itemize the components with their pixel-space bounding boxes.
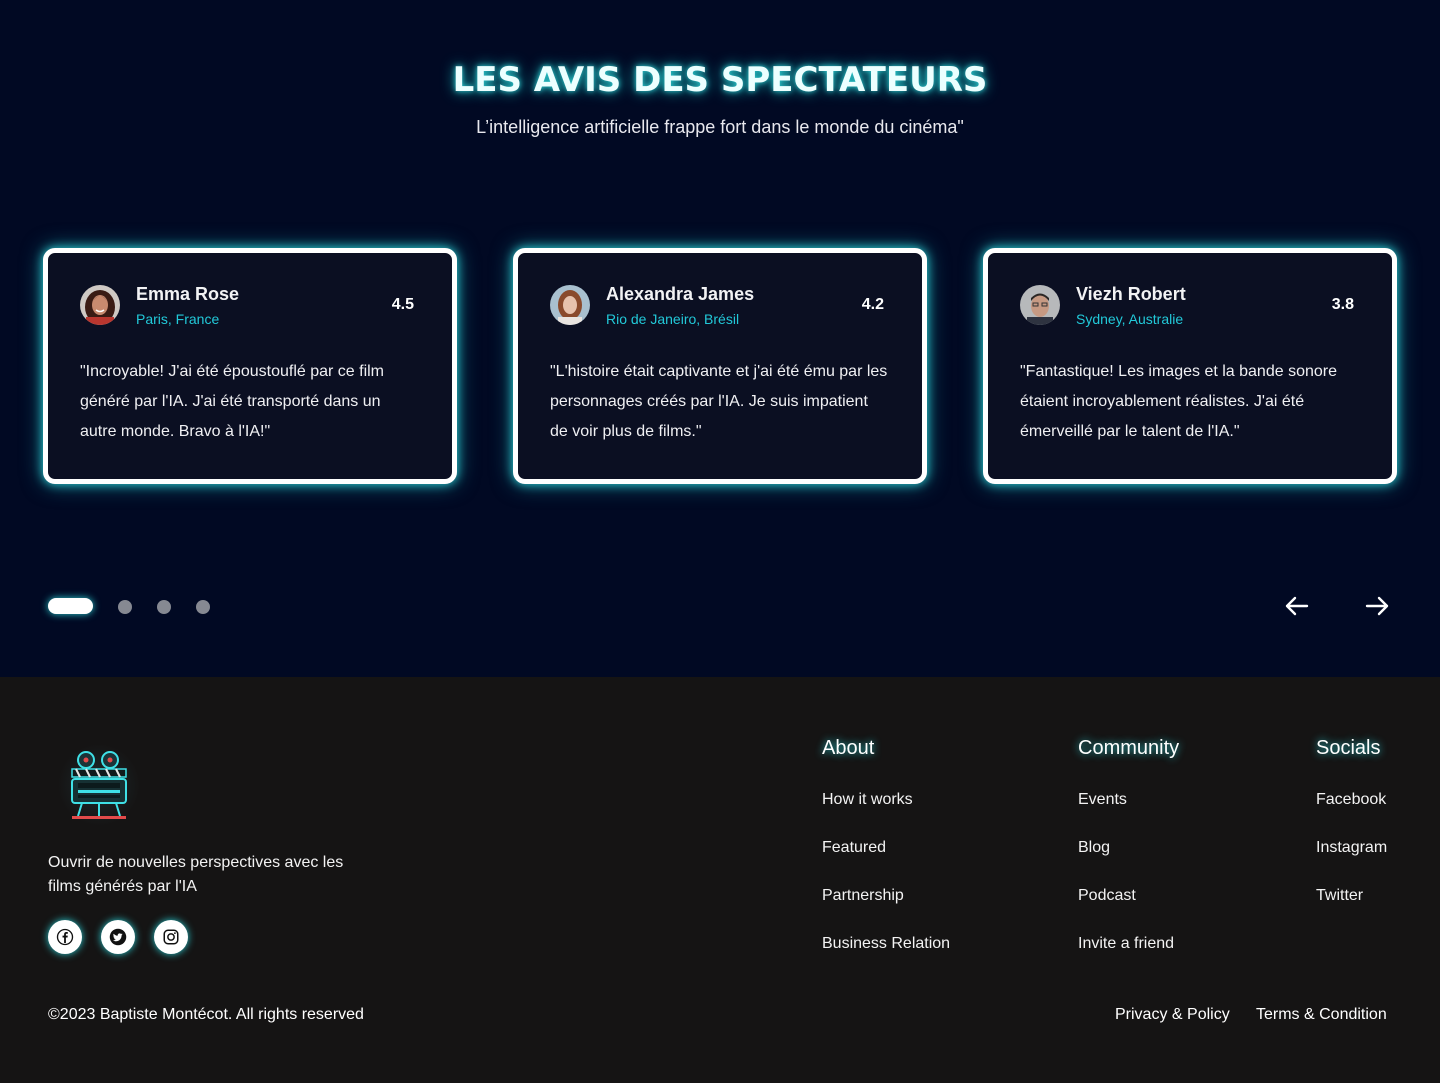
footer-link[interactable]: Facebook: [1316, 791, 1386, 809]
footer-link[interactable]: How it works: [822, 791, 913, 809]
section-title: LES AVIS DES SPECTATEURS: [452, 60, 988, 100]
footer-link[interactable]: Business Relation: [822, 935, 950, 953]
pagination-dot[interactable]: [118, 600, 132, 614]
footer-heading-socials: Socials: [1316, 737, 1381, 759]
arrow-left-icon: [1285, 596, 1309, 616]
privacy-policy-link[interactable]: Privacy & Policy: [1115, 1006, 1230, 1024]
pagination-dot-active[interactable]: [48, 598, 93, 614]
footer-link[interactable]: Blog: [1078, 839, 1110, 857]
reviewer-name: Emma Rose: [136, 284, 240, 304]
footer-link[interactable]: Twitter: [1316, 887, 1363, 905]
avatar: [550, 285, 590, 325]
footer-heading-about: About: [822, 737, 875, 759]
footer-link[interactable]: Featured: [822, 839, 886, 857]
next-button[interactable]: [1361, 590, 1393, 622]
review-quote: "Incroyable! J'ai été époustouflé par ce…: [80, 363, 385, 440]
footer-link[interactable]: Instagram: [1316, 839, 1387, 857]
site-footer: Ouvrir de nouvelles perspectives avec le…: [0, 677, 1440, 1083]
rating-value: 4.5: [391, 296, 414, 313]
reviews-section: LES AVIS DES SPECTATEURS L’intelligence …: [0, 0, 1440, 677]
reviewer-name: Viezh Robert: [1076, 284, 1186, 304]
prev-button[interactable]: [1281, 590, 1313, 622]
avatar: [80, 285, 120, 325]
footer-link[interactable]: Podcast: [1078, 887, 1136, 905]
facebook-link[interactable]: [48, 920, 82, 954]
twitter-link[interactable]: [101, 920, 135, 954]
arrow-right-icon: [1365, 596, 1389, 616]
reviewer-location: Rio de Janeiro, Brésil: [606, 311, 740, 327]
review-card: Viezh Robert Sydney, Australie 3.8 "Fant…: [983, 248, 1397, 484]
review-card: Alexandra James Rio de Janeiro, Brésil 4…: [513, 248, 927, 484]
facebook-icon: [56, 928, 74, 946]
reviewer-location: Sydney, Australie: [1076, 311, 1184, 327]
rating-value: 4.2: [861, 296, 884, 313]
reviewer-name: Alexandra James: [606, 284, 755, 304]
avatar: [1020, 285, 1060, 325]
footer-tagline: Ouvrir de nouvelles perspectives avec le…: [48, 854, 344, 895]
review-quote: "L'histoire était captivante et j'ai été…: [550, 363, 888, 440]
pagination-dot[interactable]: [157, 600, 171, 614]
instagram-icon: [163, 929, 179, 945]
review-card: Emma Rose Paris, France 4.5 "Incroyable!…: [43, 248, 457, 484]
copyright-text: ©2023 Baptiste Montécot. All rights rese…: [48, 1006, 364, 1023]
pagination-dot[interactable]: [196, 600, 210, 614]
footer-link[interactable]: Events: [1078, 791, 1127, 809]
section-subtitle: L’intelligence artificielle frappe fort …: [476, 117, 964, 137]
review-quote: "Fantastique! Les images et la bande son…: [1020, 363, 1337, 440]
footer-heading-community: Community: [1078, 737, 1180, 759]
rating-value: 3.8: [1331, 296, 1354, 313]
twitter-icon: [109, 928, 127, 946]
reviewer-location: Paris, France: [136, 311, 220, 327]
terms-condition-link[interactable]: Terms & Condition: [1256, 1006, 1387, 1024]
brand-logo[interactable]: [58, 744, 140, 826]
instagram-link[interactable]: [154, 920, 188, 954]
footer-link[interactable]: Invite a friend: [1078, 935, 1174, 953]
footer-link[interactable]: Partnership: [822, 887, 904, 905]
